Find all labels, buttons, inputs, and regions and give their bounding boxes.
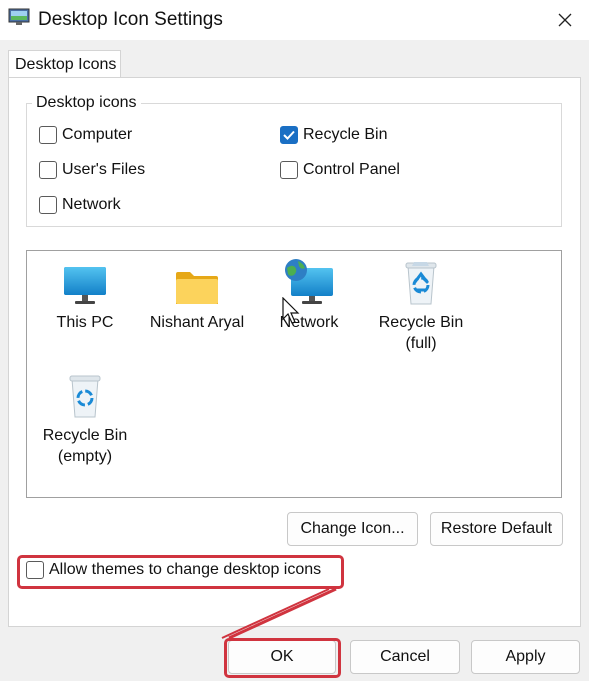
window-title: Desktop Icon Settings (38, 9, 223, 30)
title-bar: Desktop Icon Settings (0, 0, 589, 40)
checkbox-label: Recycle Bin (303, 126, 388, 143)
change-icon-button[interactable]: Change Icon... (287, 512, 418, 546)
icon-item-recycle-bin-empty[interactable]: Recycle Bin (empty) (30, 369, 140, 467)
checkbox-box[interactable] (39, 126, 57, 144)
icon-item-recycle-bin-full[interactable]: Recycle Bin (full) (366, 256, 476, 354)
checkbox-box[interactable] (39, 196, 57, 214)
checkbox-label: Computer (62, 126, 133, 143)
icon-item-network[interactable]: Network (254, 256, 364, 333)
icon-item-this-pc[interactable]: This PC (30, 256, 140, 333)
control-panel-checkbox[interactable]: Control Panel (280, 161, 400, 179)
monitor-icon (64, 267, 106, 304)
recycle-bin-full-icon (405, 262, 437, 305)
icon-label-line2: (full) (405, 335, 437, 352)
annotation-highlight-ok (224, 638, 341, 678)
checkbox-box[interactable] (280, 126, 298, 144)
groupbox-label: Desktop icons (32, 94, 141, 112)
checkbox-label: Network (62, 196, 121, 213)
close-icon (558, 13, 572, 27)
close-button[interactable] (541, 0, 589, 40)
icon-item-user-files[interactable]: Nishant Aryal (142, 256, 252, 333)
desktop-settings-app-icon (8, 8, 30, 25)
users-files-checkbox[interactable]: User's Files (39, 161, 145, 179)
icon-preview-list[interactable]: This PC Nishant Aryal Network Recycle Bi… (26, 250, 562, 498)
icon-label-line1: Recycle Bin (378, 314, 464, 331)
icon-label-line1: Recycle Bin (42, 427, 128, 444)
cancel-button[interactable]: Cancel (350, 640, 460, 674)
mouse-cursor-icon (282, 297, 300, 324)
recycle-bin-checkbox[interactable]: Recycle Bin (280, 126, 387, 144)
checkbox-box[interactable] (280, 161, 298, 179)
icon-label: Network (279, 314, 339, 331)
restore-default-button[interactable]: Restore Default (430, 512, 563, 546)
recycle-bin-empty-icon (69, 375, 101, 418)
icon-label: This PC (56, 314, 114, 331)
icon-label: Nishant Aryal (149, 314, 245, 331)
checkbox-label: User's Files (62, 161, 146, 178)
network-checkbox[interactable]: Network (39, 196, 121, 214)
checkbox-box[interactable] (39, 161, 57, 179)
annotation-highlight-allow-themes (17, 555, 344, 589)
icon-label-line2: (empty) (57, 448, 113, 465)
folder-icon (176, 272, 218, 304)
tab-desktop-icons[interactable]: Desktop Icons (8, 50, 121, 78)
apply-button[interactable]: Apply (471, 640, 580, 674)
checkbox-label: Control Panel (303, 161, 400, 178)
checkmark-icon (283, 130, 295, 140)
computer-checkbox[interactable]: Computer (39, 126, 132, 144)
